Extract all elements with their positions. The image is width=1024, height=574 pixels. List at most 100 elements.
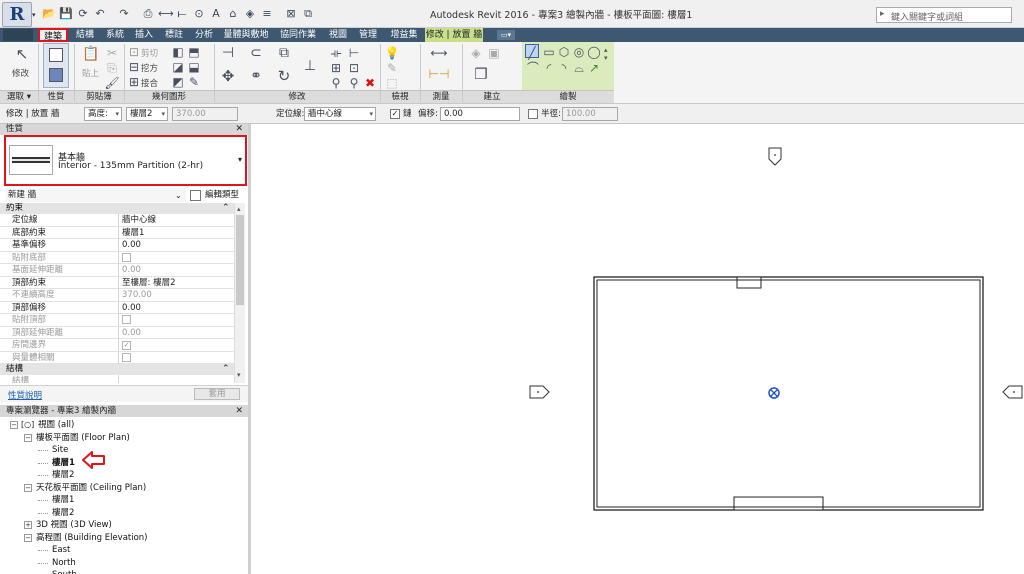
tab-structure[interactable]: 結構	[71, 28, 99, 42]
properties-button[interactable]	[43, 43, 69, 88]
draw-circle-icon[interactable]: ◯	[586, 44, 602, 60]
create-similar-icon[interactable]: ◈	[468, 45, 484, 61]
draw-line-icon[interactable]: ╱	[525, 44, 539, 60]
close-views-icon[interactable]: ⊠	[284, 7, 298, 21]
elevation-marker-north[interactable]	[768, 147, 782, 166]
height-mode-select[interactable]: 高度: ▾	[84, 107, 122, 121]
wall-outline[interactable]	[593, 276, 984, 511]
join-icon[interactable]: ⊞	[126, 74, 142, 90]
match-properties-icon[interactable]: 🖌	[104, 75, 120, 91]
create-parts-icon[interactable]: ❒	[470, 66, 492, 82]
move-icon[interactable]: ✥	[220, 68, 236, 84]
category-header[interactable]: 結構	[0, 364, 234, 375]
draw-scroll-icon[interactable]: ▴ ▾	[604, 46, 608, 62]
tree-item[interactable]: East	[52, 544, 70, 556]
elevation-marker-west[interactable]	[529, 385, 550, 399]
sync-icon[interactable]: ⟳	[76, 7, 90, 21]
3d-view-icon[interactable]: ⌂	[226, 7, 240, 21]
draw-rectangle-icon[interactable]: ▭	[541, 44, 557, 60]
join-label[interactable]: 接合	[141, 77, 158, 89]
edit-type-button[interactable]: 編輯類型	[205, 188, 239, 203]
cut-geometry-icon[interactable]: ⊟	[126, 59, 142, 75]
copy-icon[interactable]: ⎘	[104, 60, 120, 76]
tree-item[interactable]: South	[52, 569, 77, 574]
modify-button-label[interactable]: 修改	[12, 67, 29, 79]
collapse-icon[interactable]: −	[24, 483, 32, 492]
instance-filter-select[interactable]: 新建 牆	[6, 188, 186, 202]
cut-icon[interactable]: ✂	[104, 45, 120, 61]
location-line-select[interactable]: 牆中心線 ▾	[304, 107, 376, 121]
split-face-icon[interactable]: ◧	[170, 44, 186, 60]
tree-item[interactable]: 樓層2	[52, 469, 74, 481]
measure-icon[interactable]: ⟷	[426, 45, 452, 61]
trim-extend-icon[interactable]: ⊥	[302, 58, 318, 74]
measure-icon[interactable]: ⟷	[158, 7, 174, 21]
collapse-icon[interactable]: −	[24, 433, 32, 442]
apply-button[interactable]: 套用	[194, 388, 240, 400]
property-value[interactable]: 0.00	[118, 301, 234, 314]
chain-checkbox[interactable]: ✓	[390, 109, 400, 119]
scale-icon[interactable]: ⊡	[346, 60, 362, 76]
close-icon[interactable]: ✕	[235, 124, 243, 135]
collapse-icon[interactable]: −	[24, 533, 32, 542]
tab-manage[interactable]: 管理	[354, 28, 382, 42]
offset-input[interactable]: 0.00	[440, 107, 520, 121]
collapse-icon[interactable]: −	[10, 421, 18, 429]
cope-icon[interactable]: ⊡	[126, 44, 142, 60]
tree-item[interactable]: 天花板平面圖 (Ceiling Plan)	[36, 482, 146, 494]
height-value-field[interactable]: 370.00	[172, 107, 238, 121]
pick-lines-icon[interactable]: ↗	[586, 60, 602, 76]
mirror-axis-icon[interactable]: ⧉	[276, 45, 292, 61]
draw-polygon-icon[interactable]: ⬡	[556, 44, 572, 60]
ribbon-minimize-icon[interactable]: ▭▾	[497, 30, 515, 40]
offset-icon[interactable]: ⊂	[248, 45, 264, 61]
property-value[interactable]: 樓層1	[118, 226, 234, 239]
scroll-down-icon[interactable]: ▾	[237, 371, 241, 379]
pin-icon[interactable]: ⚲	[328, 75, 344, 91]
property-checkbox[interactable]	[122, 352, 131, 362]
draw-inscribed-icon[interactable]: ◎	[571, 44, 587, 60]
panel-select[interactable]: 選取 ▾	[0, 91, 38, 103]
split-element-icon[interactable]: ⟛	[328, 45, 344, 61]
door-opening-top[interactable]	[736, 276, 762, 289]
level-select[interactable]: 樓層2 ▾	[126, 107, 168, 121]
switch-windows-icon[interactable]: ⧉	[301, 7, 315, 21]
property-value[interactable]: 0.00	[118, 239, 234, 251]
scroll-thumb[interactable]	[236, 215, 244, 305]
section-icon[interactable]: ◈	[243, 7, 257, 21]
tree-item[interactable]: 高程圖 (Building Elevation)	[36, 532, 148, 544]
align-icon[interactable]: ⊣	[220, 45, 236, 61]
wall-joins-icon[interactable]: ◩	[170, 74, 186, 90]
linework-icon[interactable]: ⬚	[384, 75, 400, 91]
tab-annotate[interactable]: 標註	[160, 28, 188, 42]
paint-icon[interactable]: ◪	[170, 59, 186, 75]
paste-label[interactable]: 貼上	[82, 67, 99, 79]
tree-item[interactable]: 樓層1	[52, 457, 75, 469]
dimension-icon[interactable]: ⟝	[175, 7, 189, 21]
rotate-icon[interactable]: ↻	[276, 68, 292, 84]
radius-checkbox[interactable]	[528, 109, 538, 119]
type-selector[interactable]: 基本牆 Interior - 135mm Partition (2-hr) ▾	[4, 135, 247, 186]
cope-label[interactable]: 剪切	[141, 47, 158, 59]
property-value[interactable]: 至樓層: 樓層2	[118, 276, 234, 289]
draw-arc-center-icon[interactable]: ◜	[541, 60, 557, 76]
tag-icon[interactable]: ⊙	[192, 7, 206, 21]
tab-massing-site[interactable]: 量體與敷地	[222, 28, 270, 42]
property-checkbox[interactable]: ✓	[122, 341, 131, 350]
join-roof-icon[interactable]: ⬒	[186, 44, 202, 60]
tab-addins[interactable]: 增益集	[385, 28, 423, 42]
tab-insert[interactable]: 插入	[130, 28, 158, 42]
remove-paint-icon[interactable]: ✎	[186, 74, 202, 90]
tab-view[interactable]: 視圖	[324, 28, 352, 42]
properties-scrollbar[interactable]: ▴ ▾	[234, 203, 245, 383]
text-icon[interactable]: A	[209, 7, 223, 21]
tab-modify-place-wall[interactable]: 修改 | 放置 牆	[425, 28, 483, 42]
cut-geometry-label[interactable]: 挖方	[141, 62, 158, 74]
drawing-canvas[interactable]	[251, 124, 1024, 574]
delete-icon[interactable]: ✖	[362, 75, 378, 91]
property-checkbox[interactable]	[122, 315, 131, 324]
properties-help-link[interactable]: 性質說明	[8, 389, 42, 401]
draw-arc-3pt-icon[interactable]: ⌒	[525, 60, 541, 76]
tab-analyze[interactable]: 分析	[190, 28, 218, 42]
thin-lines-icon[interactable]: ≡	[260, 7, 274, 21]
